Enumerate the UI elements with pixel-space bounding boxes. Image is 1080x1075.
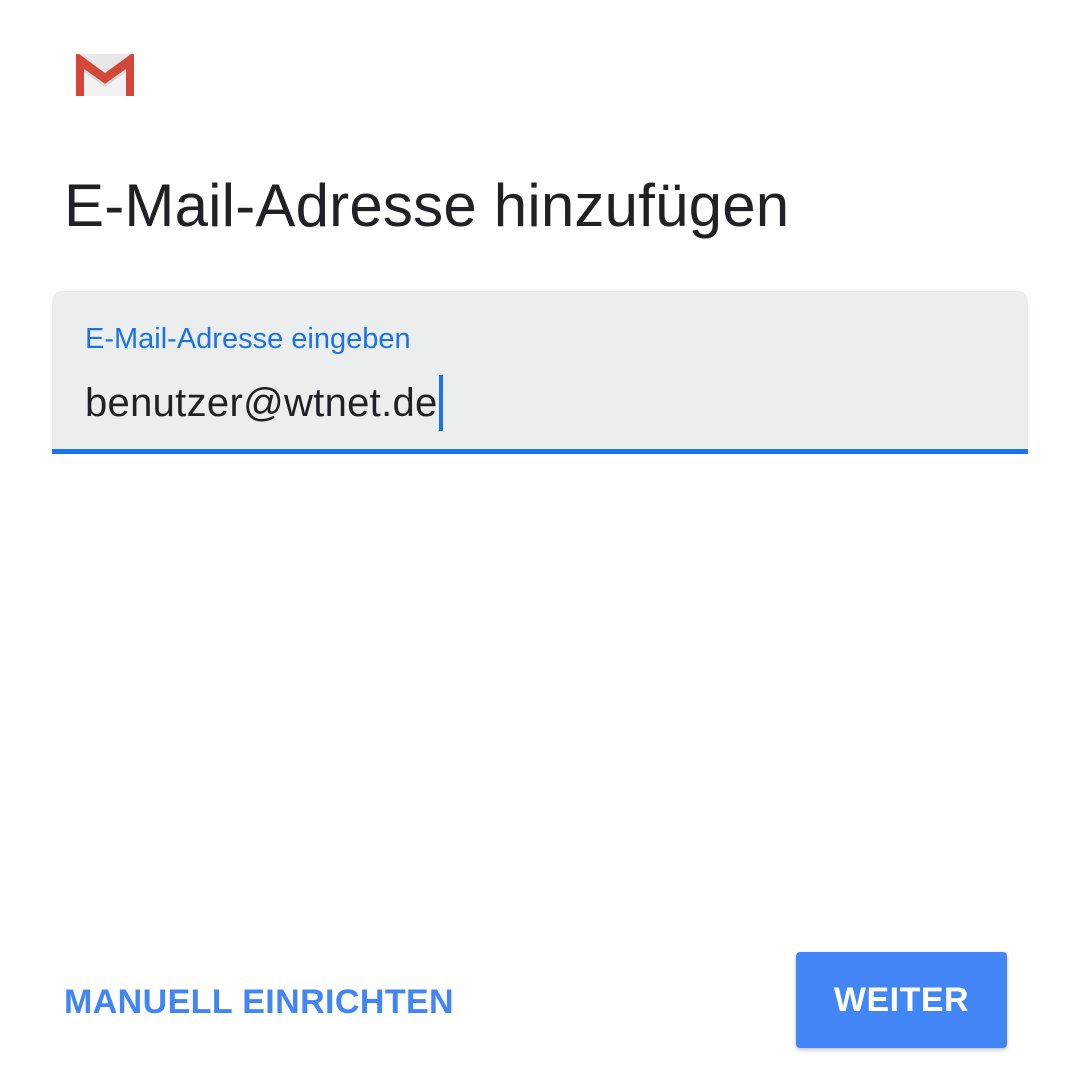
page-title: E-Mail-Adresse hinzufügen: [64, 172, 790, 239]
gmail-logo-icon: [75, 52, 135, 98]
email-field[interactable]: E-Mail-Adresse eingeben benutzer@wtnet.d…: [52, 291, 1028, 454]
next-button[interactable]: WEITER: [796, 952, 1007, 1048]
manual-setup-button[interactable]: MANUELL EINRICHTEN: [64, 975, 454, 1029]
email-field-underline: [52, 449, 1028, 454]
email-input[interactable]: benutzer@wtnet.de: [85, 375, 443, 431]
email-field-label: E-Mail-Adresse eingeben: [85, 323, 411, 355]
add-email-screen: E-Mail-Adresse hinzufügen E-Mail-Adresse…: [0, 0, 1080, 1075]
text-caret: [438, 375, 443, 431]
email-input-value[interactable]: benutzer@wtnet.de: [85, 381, 438, 426]
